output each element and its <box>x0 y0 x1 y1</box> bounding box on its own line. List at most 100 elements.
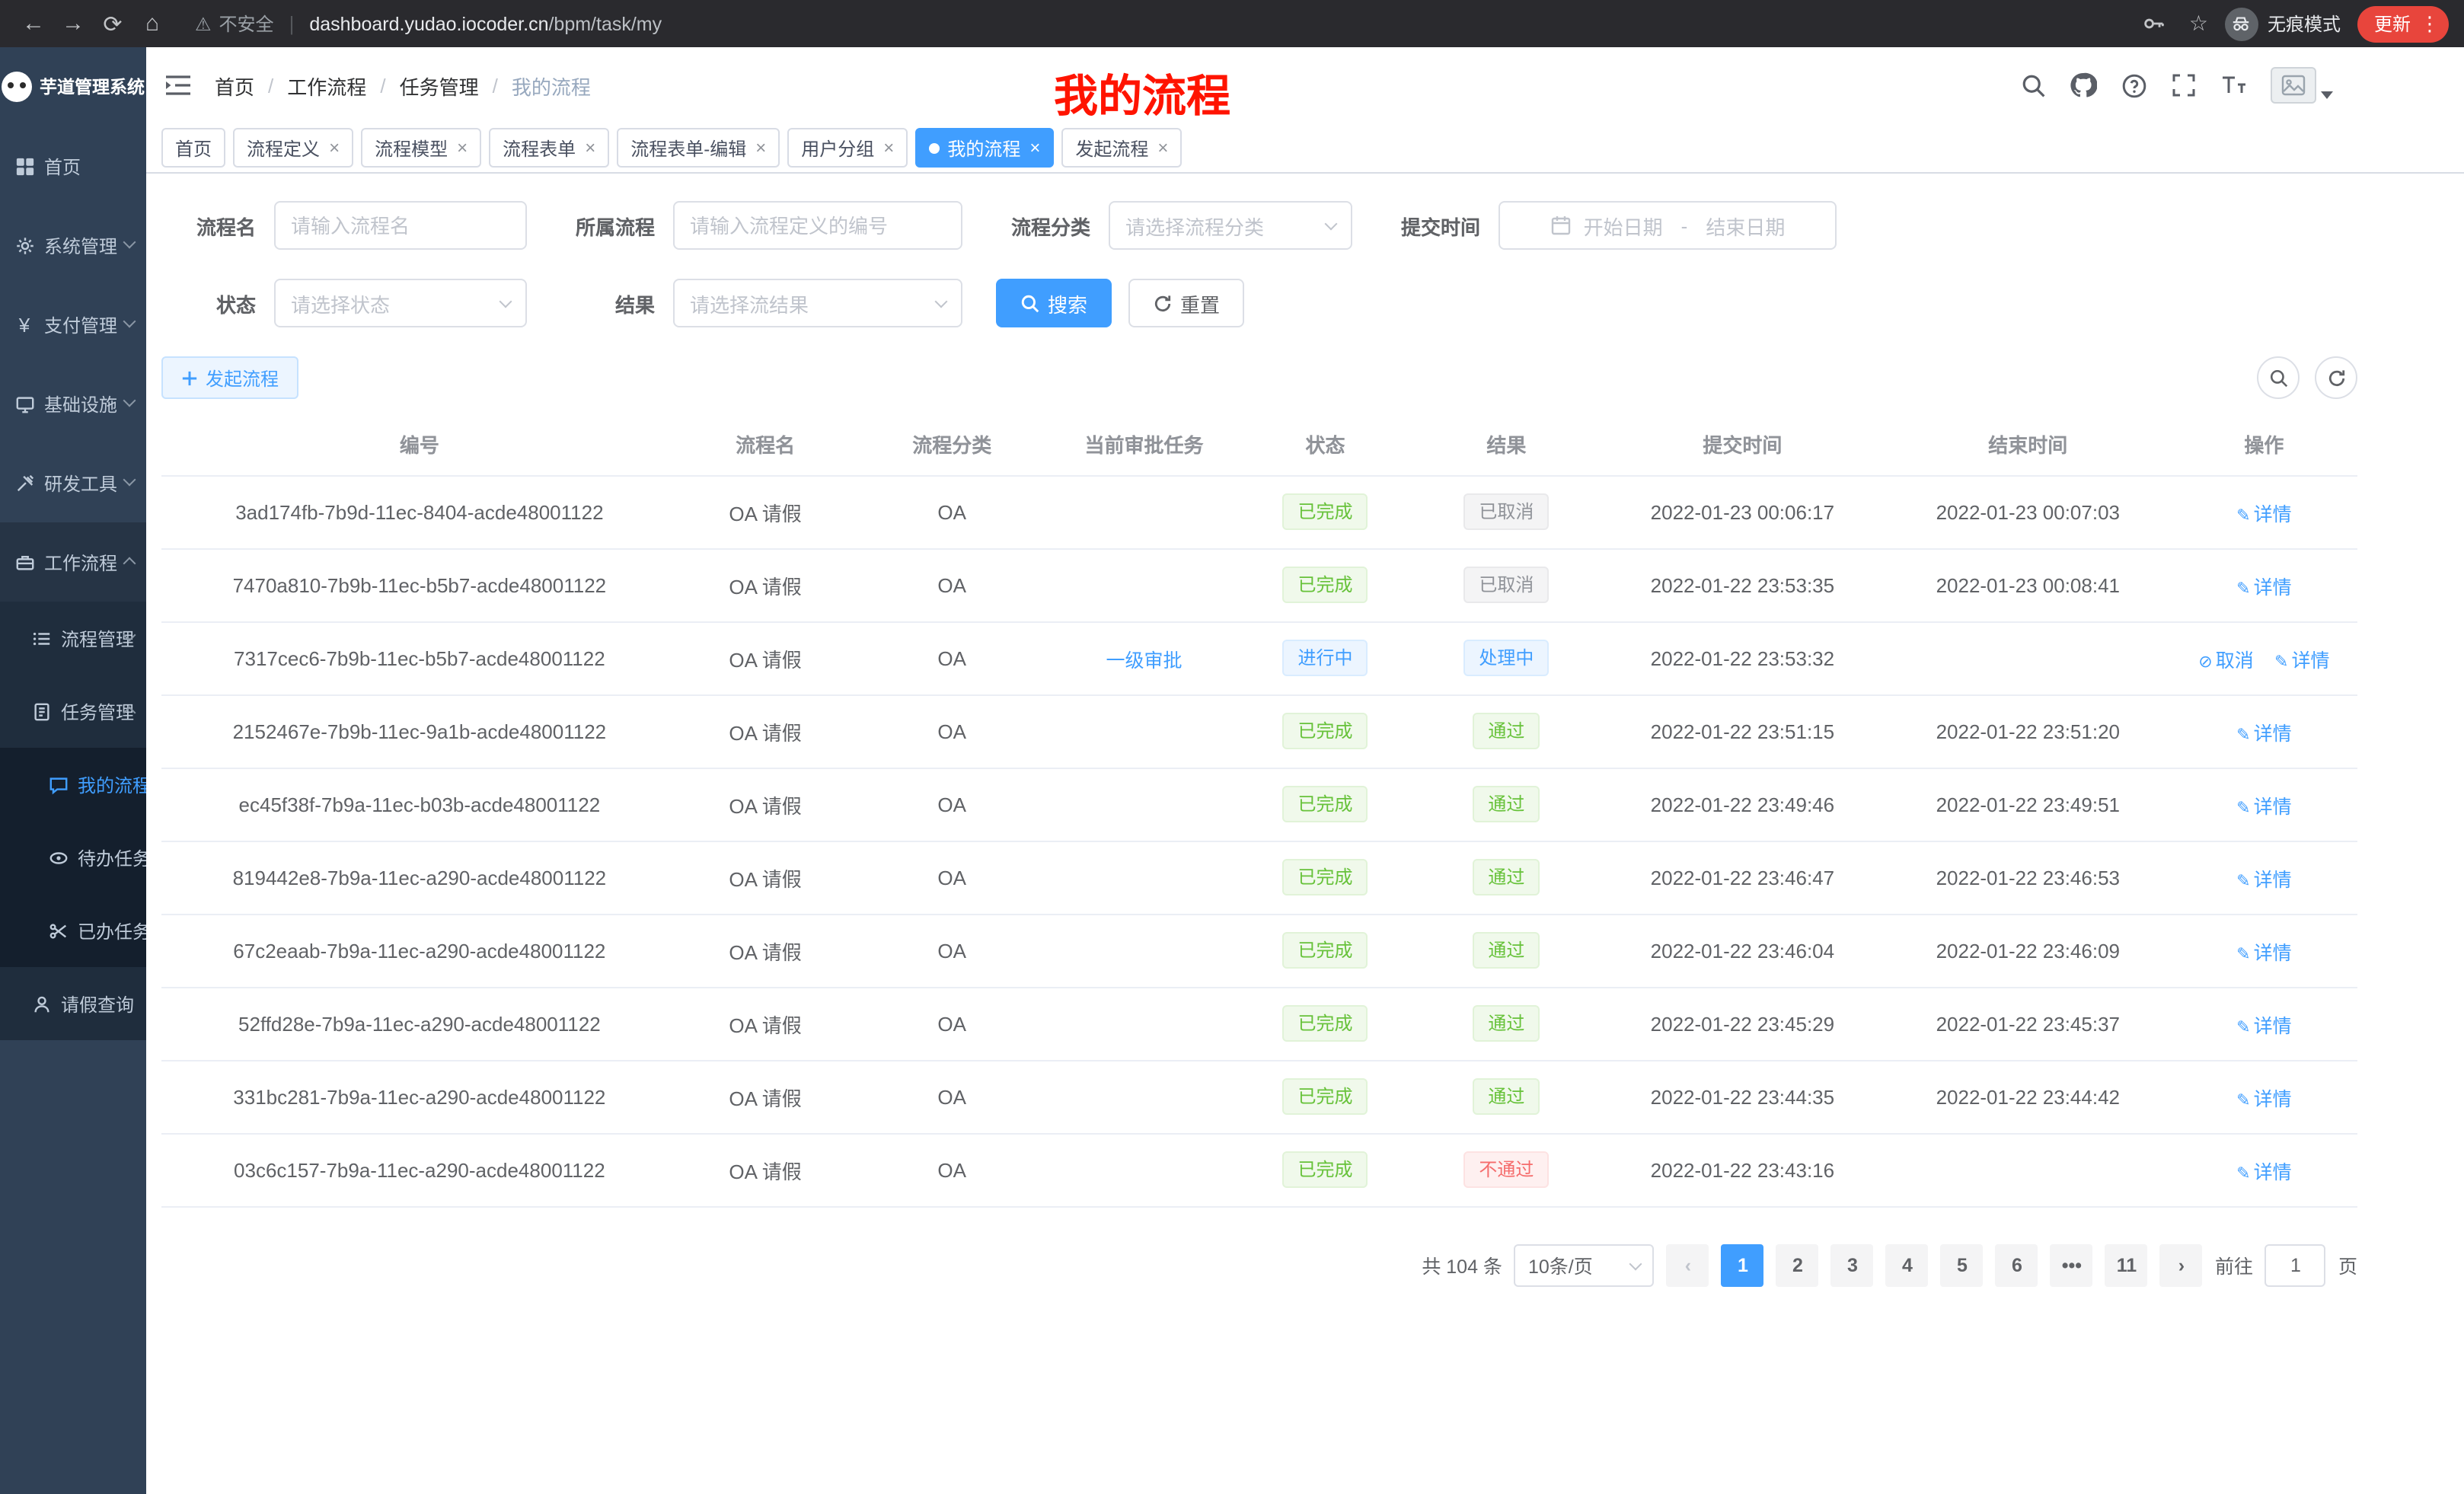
back-icon[interactable]: ← <box>15 5 52 42</box>
home-icon[interactable]: ⌂ <box>134 5 171 42</box>
tab-start-process[interactable]: 发起流程× <box>1061 128 1182 168</box>
detail-link[interactable]: ✎详情 <box>2236 1088 2291 1109</box>
status-select[interactable]: 请选择状态 <box>274 279 527 327</box>
cancel-link[interactable]: ⊘取消 <box>2198 650 2253 671</box>
reset-button[interactable]: 重置 <box>1128 279 1244 327</box>
breadcrumb-workflow[interactable]: 工作流程 <box>287 71 366 100</box>
address-bar[interactable]: dashboard.yudao.iocoder.cn/bpm/task/my <box>309 13 662 34</box>
top-navbar: 首页 / 工作流程 / 任务管理 / 我的流程 我的流程 <box>146 47 2464 123</box>
github-icon[interactable] <box>2070 72 2097 99</box>
update-button[interactable]: 更新 ⋮ <box>2357 5 2449 42</box>
refresh-table-icon[interactable] <box>2315 356 2357 399</box>
cell-end-time <box>1885 1133 2171 1206</box>
tab-process-form[interactable]: 流程表单× <box>489 128 609 168</box>
tab-process-definition[interactable]: 流程定义× <box>233 128 353 168</box>
forward-icon[interactable]: → <box>55 5 91 42</box>
date-range-picker[interactable]: 开始日期 - 结束日期 <box>1499 201 1837 250</box>
sidebar-item-done-tasks[interactable]: 已办任务 <box>0 894 146 967</box>
current-task-link[interactable]: 一级审批 <box>1106 650 1183 671</box>
sidebar-item-home[interactable]: 首页 <box>0 126 146 206</box>
sidebar-item-leave-query[interactable]: 请假查询 <box>0 967 146 1040</box>
category-select[interactable]: 请选择流程分类 <box>1109 201 1352 250</box>
gear-icon <box>14 235 35 256</box>
page-button-4[interactable]: 4 <box>1886 1243 1929 1286</box>
sidebar-item-system[interactable]: 系统管理 <box>0 206 146 285</box>
edit-icon: ✎ <box>2236 1164 2250 1183</box>
tab-process-form-edit[interactable]: 流程表单-编辑× <box>617 128 780 168</box>
sidebar-item-workflow[interactable]: 工作流程 <box>0 522 146 602</box>
col-current-task: 当前审批任务 <box>1051 414 1237 475</box>
detail-link[interactable]: ✎详情 <box>2236 942 2291 963</box>
process-id-input[interactable] <box>690 214 946 237</box>
detail-link[interactable]: ✎详情 <box>2236 576 2291 598</box>
detail-link[interactable]: ✎详情 <box>2236 1015 2291 1036</box>
page-size-select[interactable]: 10条/页 <box>1514 1243 1655 1286</box>
process-name-input[interactable] <box>291 214 510 237</box>
show-search-icon[interactable] <box>2257 356 2300 399</box>
close-icon[interactable]: × <box>585 137 595 158</box>
create-process-label: 发起流程 <box>206 365 279 391</box>
page-button-6[interactable]: 6 <box>1996 1243 2038 1286</box>
page-button-1[interactable]: 1 <box>1722 1243 1764 1286</box>
search-button[interactable]: 搜索 <box>996 279 1112 327</box>
detail-link[interactable]: ✎详情 <box>2236 503 2291 525</box>
sidebar-item-my-process[interactable]: 我的流程 <box>0 748 146 821</box>
sidebar-item-payment[interactable]: ¥ 支付管理 <box>0 285 146 364</box>
close-icon[interactable]: × <box>1157 137 1168 158</box>
sidebar-item-infrastructure[interactable]: 基础设施 <box>0 364 146 443</box>
avatar <box>2271 67 2316 104</box>
tab-home[interactable]: 首页 <box>161 128 225 168</box>
close-icon[interactable]: × <box>883 137 894 158</box>
sidebar-item-process-mgmt[interactable]: 流程管理 <box>0 602 146 675</box>
result-select[interactable]: 请选择流结果 <box>673 279 962 327</box>
status-tag: 已完成 <box>1282 493 1368 530</box>
detail-link[interactable]: ✎详情 <box>2236 723 2291 744</box>
sidebar-item-todo-tasks[interactable]: 待办任务 <box>0 821 146 894</box>
detail-link[interactable]: ✎详情 <box>2236 1161 2291 1183</box>
application-window: ← → ⟳ ⌂ ⚠ 不安全 | dashboard.yudao.iocoder.… <box>0 0 2464 1494</box>
tab-my-process[interactable]: 我的流程× <box>915 128 1054 168</box>
cell-submit-time: 2022-01-22 23:45:29 <box>1600 987 1885 1060</box>
key-icon[interactable] <box>2136 5 2172 42</box>
help-icon[interactable] <box>2120 72 2147 99</box>
prev-page-button[interactable]: ‹ <box>1667 1243 1709 1286</box>
page-button-3[interactable]: 3 <box>1831 1243 1874 1286</box>
search-icon[interactable] <box>2019 72 2047 99</box>
font-size-icon[interactable] <box>2220 72 2248 99</box>
tab-process-model[interactable]: 流程模型× <box>361 128 481 168</box>
goto-page-input[interactable] <box>2265 1243 2326 1286</box>
page-button-2[interactable]: 2 <box>1776 1243 1819 1286</box>
close-icon[interactable]: × <box>755 137 766 158</box>
page-button-5[interactable]: 5 <box>1941 1243 1984 1286</box>
logo[interactable]: 芋道管理系统 <box>0 47 146 126</box>
sidebar-toggle-icon[interactable] <box>164 73 192 97</box>
bookmark-star-icon[interactable]: ☆ <box>2189 11 2208 37</box>
sidebar-item-task-mgmt[interactable]: 任务管理 <box>0 675 146 748</box>
detail-link[interactable]: ✎详情 <box>2236 796 2291 817</box>
create-process-button[interactable]: 发起流程 <box>161 356 298 399</box>
cell-end-time: 2022-01-22 23:46:09 <box>1885 914 2171 987</box>
sidebar-item-devtools[interactable]: 研发工具 <box>0 443 146 522</box>
result-tag: 通过 <box>1473 859 1540 895</box>
browser-menu-icon[interactable]: ⋮ <box>2420 11 2440 36</box>
result-tag: 通过 <box>1473 932 1540 969</box>
tab-user-group[interactable]: 用户分组× <box>787 128 908 168</box>
breadcrumb-task-mgmt[interactable]: 任务管理 <box>400 71 479 100</box>
fullscreen-icon[interactable] <box>2170 72 2197 99</box>
breadcrumb-home[interactable]: 首页 <box>215 71 254 100</box>
more-pages-button[interactable]: ••• <box>2051 1243 2093 1286</box>
next-page-button[interactable]: › <box>2160 1243 2203 1286</box>
reload-icon[interactable]: ⟳ <box>94 5 131 42</box>
detail-link[interactable]: ✎详情 <box>2236 869 2291 890</box>
sidebar-item-label: 工作流程 <box>44 549 117 575</box>
result-tag: 通过 <box>1473 786 1540 822</box>
edit-icon: ✎ <box>2236 726 2250 744</box>
caret-down-icon <box>2321 91 2333 99</box>
page-button-11[interactable]: 11 <box>2105 1243 2148 1286</box>
close-icon[interactable]: × <box>329 137 340 158</box>
close-icon[interactable]: × <box>457 137 468 158</box>
user-menu[interactable] <box>2271 67 2333 104</box>
security-chip[interactable]: ⚠ 不安全 <box>195 11 274 37</box>
close-icon[interactable]: × <box>1029 137 1040 158</box>
detail-link[interactable]: ✎详情 <box>2274 650 2329 671</box>
